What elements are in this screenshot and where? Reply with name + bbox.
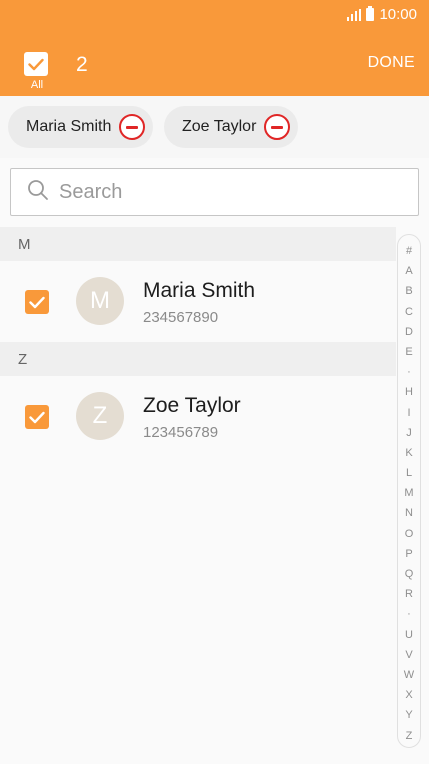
index-letter[interactable]: L xyxy=(406,463,412,483)
index-letter[interactable]: R xyxy=(405,584,413,604)
search-field[interactable] xyxy=(10,168,419,216)
index-letter[interactable]: W xyxy=(404,665,414,685)
contact-checkbox[interactable] xyxy=(25,405,49,429)
index-letter[interactable]: V xyxy=(405,645,412,665)
battery-icon xyxy=(366,6,375,21)
index-letter[interactable]: U xyxy=(405,625,413,645)
index-letter[interactable]: O xyxy=(405,524,414,544)
index-letter[interactable]: · xyxy=(407,362,411,382)
checkmark-icon xyxy=(29,296,45,308)
contact-number: 123456789 xyxy=(143,424,219,441)
index-letter[interactable]: N xyxy=(405,503,413,523)
chip-maria-smith[interactable]: Maria Smith xyxy=(8,106,154,148)
index-letter[interactable]: I xyxy=(407,403,410,423)
search-icon xyxy=(27,179,49,206)
contact-number: 234567890 xyxy=(143,309,219,326)
index-letter[interactable]: # xyxy=(406,241,412,261)
chip-zoe-taylor[interactable]: Zoe Taylor xyxy=(164,106,299,148)
search-input[interactable] xyxy=(59,180,379,204)
done-button[interactable]: DONE xyxy=(368,54,415,72)
index-letter[interactable]: C xyxy=(405,302,413,322)
avatar: Z xyxy=(76,392,124,440)
contact-row-zoe-taylor[interactable]: Z Zoe Taylor 123456789 xyxy=(0,376,396,456)
select-all-label: All xyxy=(30,79,44,91)
selected-count: 2 xyxy=(76,53,88,76)
index-letter[interactable]: E xyxy=(405,342,412,362)
index-letter[interactable]: J xyxy=(406,423,412,443)
index-letter[interactable]: Y xyxy=(405,705,412,725)
avatar: M xyxy=(76,277,124,325)
contact-checkbox[interactable] xyxy=(25,290,49,314)
index-letter[interactable]: D xyxy=(405,322,413,342)
selected-contacts-chips: Maria Smith Zoe Taylor xyxy=(0,96,429,158)
index-letter[interactable]: B xyxy=(405,281,412,301)
index-letter[interactable]: H xyxy=(405,382,413,402)
index-letter[interactable]: M xyxy=(404,483,413,503)
signal-icon xyxy=(347,8,362,21)
index-letter[interactable]: Q xyxy=(405,564,414,584)
index-letter[interactable]: Z xyxy=(406,726,413,746)
remove-minus-icon[interactable] xyxy=(264,114,291,140)
remove-minus-icon[interactable] xyxy=(119,114,146,140)
alphabet-index-scrollbar[interactable]: # A B C D E · H I J K L M N O P Q R · U V W X Y Z xyxy=(397,234,421,748)
status-indicators: 10:00 xyxy=(347,6,417,23)
contact-row-maria-smith[interactable]: M Maria Smith 234567890 xyxy=(0,261,396,341)
index-letter[interactable]: A xyxy=(405,261,412,281)
status-bar: 10:00 xyxy=(0,0,429,32)
chip-label: Zoe Taylor xyxy=(182,118,257,135)
status-time: 10:00 xyxy=(379,6,417,23)
index-letter[interactable]: P xyxy=(405,544,412,564)
index-letter[interactable]: K xyxy=(405,443,412,463)
contact-name: Maria Smith xyxy=(143,279,256,302)
chip-label: Maria Smith xyxy=(26,118,112,135)
index-letter[interactable]: X xyxy=(405,685,412,705)
checkmark-icon xyxy=(24,52,48,76)
section-header-m: M xyxy=(0,227,396,261)
section-header-z: Z xyxy=(0,342,396,376)
selection-header: All 2 DONE xyxy=(0,32,429,96)
contact-name: Zoe Taylor xyxy=(143,394,241,417)
select-all-checkbox[interactable]: All xyxy=(24,52,50,91)
checkmark-icon xyxy=(29,411,45,423)
index-letter[interactable]: · xyxy=(407,604,411,624)
